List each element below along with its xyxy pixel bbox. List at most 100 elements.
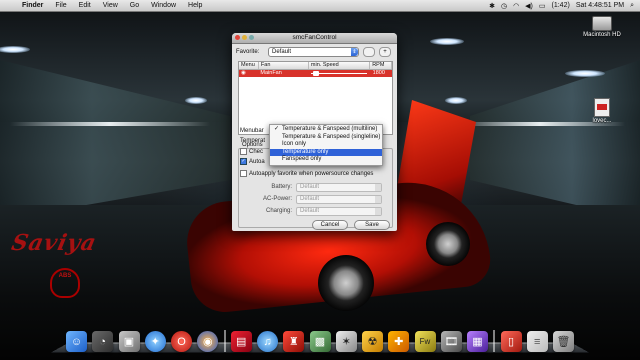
folder-icon[interactable]: ▯ [500, 331, 522, 352]
add-favorite-button[interactable]: + [379, 47, 391, 57]
cancel-button[interactable]: Cancel [312, 220, 348, 230]
autostart-label: Autoa [249, 159, 265, 166]
autoapply-power-checkbox[interactable] [240, 170, 247, 177]
popup-item-label: Fanspeed only [282, 156, 322, 163]
menu-edit[interactable]: Edit [73, 2, 97, 9]
tunnel-light-strip [10, 122, 210, 126]
remove-favorite-button[interactable] [363, 47, 375, 57]
popup-item-fanspeed-only[interactable]: Fanspeed only [270, 156, 382, 164]
battery-row: Battery: Default [242, 182, 382, 192]
keynote-icon[interactable]: ▦ [467, 331, 488, 352]
table-row[interactable]: ◉ MainFan 1800 [239, 70, 392, 77]
volume-icon[interactable]: ◀) [525, 2, 533, 10]
menu-radio-icon[interactable]: ◉ [239, 70, 258, 77]
menubar-display-popup: ✓ Temperature & Fanspeed (multiline) Temp… [269, 124, 383, 166]
desktop-file[interactable]: lovec... [580, 98, 624, 124]
favorite-label: Favorite: [236, 49, 260, 55]
slider-knob[interactable] [312, 71, 319, 76]
safari-icon[interactable]: ✦ [144, 331, 166, 352]
wifi-icon[interactable]: ◠ [513, 2, 519, 10]
popup-item-temperature-only[interactable]: Temperature only [270, 148, 382, 157]
ceiling-lamp [445, 97, 467, 104]
ceiling-lamp [565, 70, 605, 77]
col-menu[interactable]: Menu [239, 62, 259, 69]
autostart-option[interactable]: ✓ Autoa [240, 158, 265, 165]
itunes-icon[interactable]: ♫ [257, 331, 278, 352]
car-wheel [318, 255, 374, 311]
car-wheel [426, 222, 470, 266]
menu-help[interactable]: Help [182, 2, 208, 9]
battery-label: Battery: [271, 184, 292, 190]
charging-label: Charging: [265, 208, 292, 214]
autoapply-power-label: Autoapply favorite when powersource chan… [249, 171, 374, 178]
preview-icon[interactable]: ▣ [118, 331, 140, 352]
check-updates-option[interactable]: Chec [240, 148, 263, 155]
battery-time[interactable]: (1:42) [552, 2, 570, 9]
popup-item-label: Temperature & Fanspeed (singleline) [282, 133, 381, 140]
select-arrows-icon [375, 195, 381, 203]
charging-row: Charging: Default [242, 206, 382, 216]
ceiling-lamp [430, 38, 464, 45]
opera-icon[interactable]: O [171, 331, 192, 352]
col-rpm[interactable]: RPM [370, 62, 392, 69]
window-titlebar[interactable]: smcFanControl [232, 33, 397, 44]
itunes-film-icon[interactable]: 🎞 [440, 331, 462, 352]
min-speed-slider[interactable] [309, 70, 371, 77]
dock-icons: ☺ ◔ ▣ ✦ O ◉ ▤ ♫ ♜ ▩ ✶ ☢ ✚ Fw 🎞 ▦ ▯ ≡ 🗑 [66, 330, 574, 352]
popup-item-multiline[interactable]: ✓ Temperature & Fanspeed (multiline) [270, 126, 382, 134]
menu-bar: Finder File Edit View Go Window Help ✱ ◷… [0, 0, 640, 12]
charging-select[interactable]: Default [296, 206, 382, 216]
macintosh-hd[interactable]: Macintosh HD [580, 16, 624, 38]
favorite-value: Default [272, 49, 292, 55]
itunes-store-icon[interactable]: ✚ [388, 331, 410, 352]
menu-finder[interactable]: Finder [16, 2, 49, 9]
iphoto-icon[interactable]: ▩ [309, 331, 331, 352]
favorite-select[interactable]: Default ⇕ [268, 47, 359, 57]
desktop-file-label: lovec... [592, 118, 612, 124]
popup-item-label: Temperature & Fanspeed (multiline) [282, 126, 378, 132]
menu-view[interactable]: View [97, 2, 124, 9]
document-icon[interactable]: ≡ [526, 331, 548, 352]
check-updates-label: Chec [249, 149, 264, 156]
popup-item-singleline[interactable]: Temperature & Fanspeed (singleline) [270, 134, 382, 142]
checkmark-icon: ✓ [274, 126, 280, 132]
fireworks-icon[interactable]: Fw [414, 331, 436, 352]
battery-select[interactable]: Default [296, 182, 382, 192]
ceiling-lamp [185, 97, 207, 104]
battery-value: Default [300, 183, 320, 190]
time-machine-icon[interactable]: ◷ [501, 2, 507, 10]
temperature-unit-label: Temperat [240, 138, 266, 144]
firefox-icon[interactable]: ◉ [197, 331, 219, 352]
bluetooth-icon[interactable]: ✱ [489, 2, 495, 10]
popup-item-label: Icon only [282, 141, 307, 148]
rpm-value: 1800 [372, 70, 385, 76]
macintosh-hd-label: Macintosh HD [583, 32, 621, 38]
menu-window[interactable]: Window [145, 2, 182, 9]
ac-power-row: AC-Power: Default [242, 194, 382, 204]
finder-icon[interactable]: ☺ [66, 331, 87, 352]
menu-go[interactable]: Go [124, 2, 145, 9]
trash-icon[interactable]: 🗑 [553, 331, 574, 352]
hard-drive-icon [592, 16, 612, 31]
window-title: smcFanControl [292, 34, 337, 41]
wallpaper-badge: ABS [50, 268, 80, 298]
select-arrows-icon: ⇕ [351, 48, 358, 56]
app-icon[interactable]: ☢ [362, 331, 383, 352]
autostart-checkbox[interactable]: ✓ [240, 158, 247, 165]
movie-icon[interactable]: ✶ [335, 331, 357, 352]
spotlight-icon[interactable]: ⌕ [630, 2, 634, 10]
chair-icon[interactable]: ♜ [283, 331, 305, 352]
photo-booth-icon[interactable]: ▤ [230, 331, 252, 352]
popup-item-icon-only[interactable]: Icon only [270, 141, 382, 149]
check-updates-checkbox[interactable] [240, 148, 247, 155]
col-fan[interactable]: Fan [259, 62, 309, 69]
menu-clock[interactable]: Sat 4:48:51 PM [576, 2, 624, 9]
col-min-speed[interactable]: min. Speed [309, 62, 371, 69]
wallpaper-logo: Saviya [9, 230, 100, 256]
ac-power-select[interactable]: Default [296, 194, 382, 204]
dashboard-icon[interactable]: ◔ [92, 331, 114, 352]
autoapply-power-option[interactable]: Autoapply favorite when powersource chan… [240, 170, 373, 177]
menu-file[interactable]: File [49, 2, 72, 9]
save-button[interactable]: Save [354, 220, 390, 230]
battery-icon[interactable]: ▭ [539, 2, 546, 10]
